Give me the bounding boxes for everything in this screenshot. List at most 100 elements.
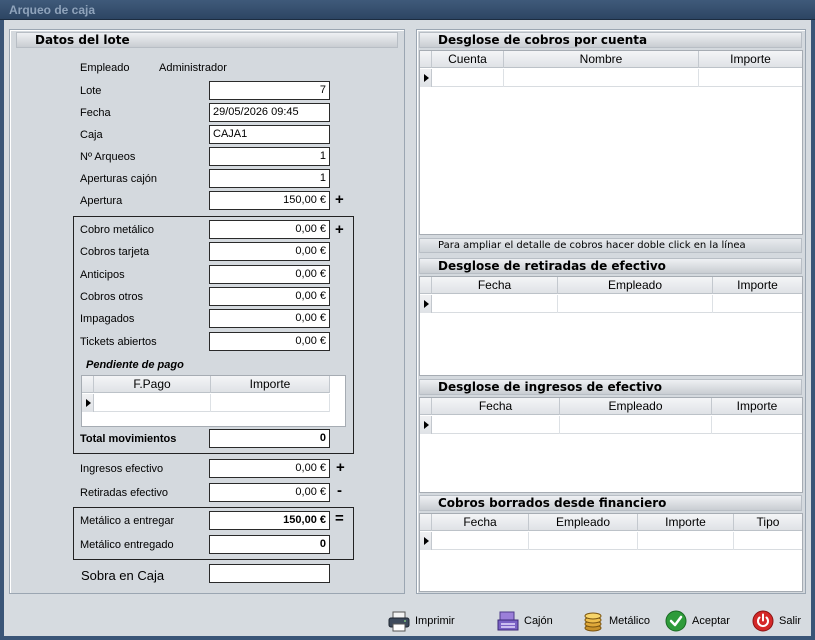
grid-column-header[interactable]: Nombre (504, 51, 699, 68)
apertura-label: Apertura (80, 195, 123, 207)
cobros-tarjeta-field[interactable]: 0,00 € (209, 242, 330, 261)
desglose-retiradas-grid-header: Fecha Empleado Importe (420, 277, 802, 294)
desglose-panel: Desglose de cobros por cuenta Cuenta Nom… (416, 29, 806, 594)
imprimir-label: Imprimir (415, 615, 455, 627)
metalico-button[interactable]: Metálico (582, 608, 650, 634)
grid-column-header[interactable]: Cuenta (432, 51, 504, 68)
desglose-ingresos-header: Desglose de ingresos de efectivo (419, 379, 802, 395)
window-title: Arqueo de caja (9, 3, 96, 17)
minus-sign: - (337, 482, 342, 499)
row-indicator-icon (420, 532, 432, 550)
lote-panel-header: Datos del lote (16, 32, 398, 48)
grid-column-header[interactable]: F.Pago (94, 376, 211, 393)
cobros-borrados-grid[interactable]: Fecha Empleado Importe Tipo (419, 513, 803, 592)
row-indicator-icon (420, 416, 432, 434)
cash-drawer-icon (497, 610, 519, 632)
lote-panel: Datos del lote Empleado Administrador Lo… (9, 29, 405, 594)
table-cell[interactable] (713, 295, 802, 313)
printer-icon (388, 610, 410, 632)
tickets-field[interactable]: 0,00 € (209, 332, 330, 351)
narqueos-label: Nº Arqueos (80, 151, 136, 163)
check-icon (665, 610, 687, 632)
table-cell[interactable] (504, 69, 699, 87)
grid-column-header[interactable]: Importe (211, 376, 330, 393)
grid-column-header[interactable] (82, 376, 94, 393)
plus-sign: + (335, 221, 344, 238)
fecha-field[interactable]: 29/05/2026 09:45 (209, 103, 330, 122)
grid-column-header[interactable] (420, 514, 432, 531)
table-cell[interactable] (211, 394, 330, 412)
cobro-metalico-label: Cobro metálico (80, 224, 154, 236)
aceptar-label: Aceptar (692, 615, 730, 627)
grid-column-header[interactable]: Empleado (558, 277, 713, 294)
grid-column-header[interactable]: Empleado (560, 398, 712, 415)
sobra-label: Sobra en Caja (81, 568, 165, 583)
table-row[interactable] (420, 532, 802, 550)
salir-button[interactable]: Salir (752, 608, 801, 634)
lote-field[interactable]: 7 (209, 81, 330, 100)
table-cell[interactable] (432, 69, 504, 87)
table-cell[interactable] (432, 295, 558, 313)
pendiente-grid[interactable]: F.Pago Importe (81, 375, 346, 427)
row-indicator-icon (420, 69, 432, 87)
aceptar-button[interactable]: Aceptar (665, 608, 730, 634)
title-bar: Arqueo de caja (0, 0, 815, 20)
narqueos-field[interactable]: 1 (209, 147, 330, 166)
caja-field[interactable]: CAJA1 (209, 125, 330, 144)
apertura-field[interactable]: 150,00 € (209, 191, 330, 210)
table-cell[interactable] (432, 416, 560, 434)
cobros-borrados-grid-header: Fecha Empleado Importe Tipo (420, 514, 802, 531)
table-cell[interactable] (94, 394, 211, 412)
table-cell[interactable] (699, 69, 802, 87)
grid-column-header[interactable]: Fecha (432, 514, 529, 531)
grid-column-header[interactable]: Importe (712, 398, 802, 415)
coins-icon (582, 610, 604, 632)
table-row[interactable] (420, 295, 802, 313)
grid-column-header[interactable]: Importe (638, 514, 734, 531)
metalico-entregar-field[interactable]: 150,00 € (209, 511, 330, 530)
grid-column-header[interactable]: Fecha (432, 277, 558, 294)
desglose-ingresos-grid[interactable]: Fecha Empleado Importe (419, 397, 803, 493)
table-cell[interactable] (638, 532, 734, 550)
grid-column-header[interactable] (420, 51, 432, 68)
grid-column-header[interactable]: Importe (713, 277, 802, 294)
table-row[interactable] (82, 394, 330, 412)
retiradas-field[interactable]: 0,00 € (209, 483, 330, 502)
row-indicator-icon (82, 394, 94, 412)
cobro-metalico-field[interactable]: 0,00 € (209, 220, 330, 239)
table-row[interactable] (420, 416, 802, 434)
table-cell[interactable] (734, 532, 802, 550)
anticipos-field[interactable]: 0,00 € (209, 265, 330, 284)
grid-column-header[interactable]: Fecha (432, 398, 560, 415)
pendiente-label: Pendiente de pago (86, 359, 184, 371)
metalico-entregado-field[interactable]: 0 (209, 535, 330, 554)
cajon-button[interactable]: Cajón (497, 608, 553, 634)
impagados-field[interactable]: 0,00 € (209, 309, 330, 328)
grid-column-header[interactable] (420, 277, 432, 294)
table-cell[interactable] (560, 416, 712, 434)
grid-column-header[interactable] (420, 398, 432, 415)
table-row[interactable] (420, 69, 802, 87)
metalico-entregado-label: Metálico entregado (80, 539, 174, 551)
table-cell[interactable] (712, 416, 802, 434)
desglose-cobros-grid[interactable]: Cuenta Nombre Importe (419, 50, 803, 235)
salir-label: Salir (779, 615, 802, 627)
imprimir-button[interactable]: Imprimir (388, 608, 455, 634)
empleado-value: Administrador (159, 62, 227, 74)
cobros-otros-field[interactable]: 0,00 € (209, 287, 330, 306)
table-cell[interactable] (432, 532, 529, 550)
grid-column-header[interactable]: Importe (699, 51, 802, 68)
aperturas-field[interactable]: 1 (209, 169, 330, 188)
row-indicator-icon (420, 295, 432, 313)
sobra-field[interactable] (209, 564, 330, 583)
table-cell[interactable] (529, 532, 638, 550)
aperturas-label: Aperturas cajón (80, 173, 158, 185)
table-cell[interactable] (558, 295, 713, 313)
desglose-retiradas-grid[interactable]: Fecha Empleado Importe (419, 276, 803, 376)
tickets-label: Tickets abiertos (80, 336, 157, 348)
grid-column-header[interactable]: Tipo (734, 514, 802, 531)
grid-column-header[interactable]: Empleado (529, 514, 638, 531)
total-field[interactable]: 0 (209, 429, 330, 448)
ingresos-field[interactable]: 0,00 € (209, 459, 330, 478)
desglose-ingresos-grid-header: Fecha Empleado Importe (420, 398, 802, 415)
